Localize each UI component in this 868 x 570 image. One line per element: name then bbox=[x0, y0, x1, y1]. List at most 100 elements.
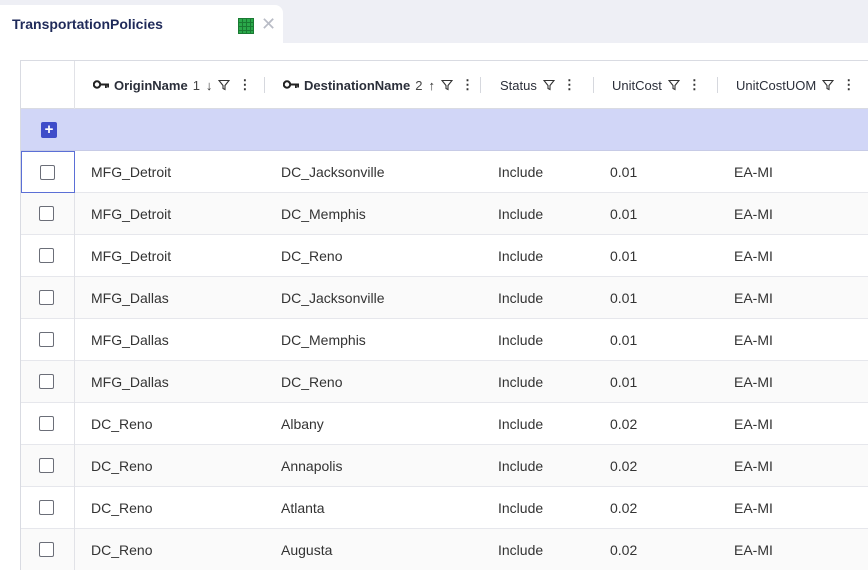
cell-origin[interactable]: DC_Reno bbox=[91, 445, 152, 487]
column-label-unitcost: UnitCost bbox=[612, 77, 662, 93]
table-row[interactable]: DC_Reno Albany Include 0.02 EA-MI bbox=[21, 403, 868, 445]
cell-destination[interactable]: Augusta bbox=[281, 529, 332, 570]
cell-uom[interactable]: EA-MI bbox=[734, 319, 773, 361]
column-divider[interactable] bbox=[593, 77, 594, 93]
sort-descending-icon[interactable]: ↓ bbox=[206, 78, 213, 93]
column-header-uom[interactable]: UnitCostUOM ⋮ bbox=[736, 61, 855, 109]
filter-icon[interactable] bbox=[667, 79, 681, 91]
cell-unitcost[interactable]: 0.01 bbox=[610, 277, 637, 319]
cell-status[interactable]: Include bbox=[498, 361, 543, 403]
column-header-destination[interactable]: DestinationName 2 ↑ ⋮ bbox=[282, 61, 474, 109]
grid-table-icon bbox=[238, 18, 254, 34]
cell-destination[interactable]: Albany bbox=[281, 403, 324, 445]
cell-status[interactable]: Include bbox=[498, 529, 543, 570]
column-divider[interactable] bbox=[264, 77, 265, 93]
cell-uom[interactable]: EA-MI bbox=[734, 445, 773, 487]
row-checkbox[interactable] bbox=[39, 206, 54, 221]
table-row[interactable]: MFG_Detroit DC_Memphis Include 0.01 EA-MI bbox=[21, 193, 868, 235]
row-checkbox[interactable] bbox=[39, 416, 54, 431]
cell-origin[interactable]: MFG_Dallas bbox=[91, 319, 169, 361]
cell-destination[interactable]: DC_Reno bbox=[281, 361, 342, 403]
sort-ascending-icon[interactable]: ↑ bbox=[428, 78, 435, 93]
row-checkbox[interactable] bbox=[39, 332, 54, 347]
cell-destination[interactable]: Atlanta bbox=[281, 487, 325, 529]
column-divider[interactable] bbox=[717, 77, 718, 93]
cell-unitcost[interactable]: 0.02 bbox=[610, 445, 637, 487]
cell-unitcost[interactable]: 0.01 bbox=[610, 193, 637, 235]
cell-status[interactable]: Include bbox=[498, 277, 543, 319]
row-checkbox[interactable] bbox=[40, 165, 55, 180]
cell-uom[interactable]: EA-MI bbox=[734, 487, 773, 529]
cell-status[interactable]: Include bbox=[498, 193, 543, 235]
cell-uom[interactable]: EA-MI bbox=[734, 277, 773, 319]
table-row[interactable]: MFG_Detroit DC_Jacksonville Include 0.01 EA-… bbox=[21, 151, 868, 193]
column-label-uom: UnitCostUOM bbox=[736, 77, 817, 93]
cell-status[interactable]: Include bbox=[498, 403, 543, 445]
cell-unitcost[interactable]: 0.01 bbox=[610, 235, 637, 277]
filter-icon[interactable] bbox=[542, 79, 556, 91]
cell-unitcost[interactable]: 0.02 bbox=[610, 529, 637, 570]
cell-status[interactable]: Include bbox=[498, 445, 543, 487]
table-row[interactable]: MFG_Detroit DC_Reno Include 0.01 EA-MI bbox=[21, 235, 868, 277]
cell-status[interactable]: Include bbox=[498, 151, 543, 193]
column-menu-icon[interactable]: ⋮ bbox=[688, 77, 701, 93]
cell-uom[interactable]: EA-MI bbox=[734, 193, 773, 235]
cell-origin[interactable]: MFG_Dallas bbox=[91, 361, 169, 403]
column-header-status[interactable]: Status ⋮ bbox=[500, 61, 576, 109]
cell-destination[interactable]: DC_Jacksonville bbox=[281, 277, 384, 319]
cell-uom[interactable]: EA-MI bbox=[734, 361, 773, 403]
column-header-origin[interactable]: OriginName 1 ↓ ⋮ bbox=[92, 61, 251, 109]
column-menu-icon[interactable]: ⋮ bbox=[563, 77, 576, 93]
row-checkbox[interactable] bbox=[39, 374, 54, 389]
cell-uom[interactable]: EA-MI bbox=[734, 403, 773, 445]
cell-destination[interactable]: DC_Reno bbox=[281, 235, 342, 277]
table-row[interactable]: MFG_Dallas DC_Reno Include 0.01 EA-MI bbox=[21, 361, 868, 403]
cell-uom[interactable]: EA-MI bbox=[734, 151, 773, 193]
table-row[interactable]: DC_Reno Atlanta Include 0.02 EA-MI bbox=[21, 487, 868, 529]
row-select-cell bbox=[21, 529, 75, 570]
cell-origin[interactable]: DC_Reno bbox=[91, 529, 152, 570]
cell-origin[interactable]: MFG_Detroit bbox=[91, 235, 171, 277]
cell-unitcost[interactable]: 0.01 bbox=[610, 151, 637, 193]
row-checkbox[interactable] bbox=[39, 248, 54, 263]
cell-destination[interactable]: DC_Jacksonville bbox=[281, 151, 384, 193]
close-icon[interactable]: ✕ bbox=[261, 15, 276, 35]
column-divider[interactable] bbox=[480, 77, 481, 93]
column-menu-icon[interactable]: ⋮ bbox=[842, 77, 855, 93]
cell-origin[interactable]: DC_Reno bbox=[91, 403, 152, 445]
cell-origin[interactable]: MFG_Dallas bbox=[91, 277, 169, 319]
filter-icon[interactable] bbox=[218, 79, 231, 91]
table-row[interactable]: DC_Reno Augusta Include 0.02 EA-MI bbox=[21, 529, 868, 570]
cell-origin[interactable]: MFG_Detroit bbox=[91, 193, 171, 235]
tab-transportation-policies[interactable]: TransportationPolicies ✕ bbox=[0, 5, 283, 43]
cell-status[interactable]: Include bbox=[498, 319, 543, 361]
cell-destination[interactable]: DC_Memphis bbox=[281, 193, 366, 235]
cell-unitcost[interactable]: 0.01 bbox=[610, 361, 637, 403]
cell-uom[interactable]: EA-MI bbox=[734, 235, 773, 277]
cell-status[interactable]: Include bbox=[498, 487, 543, 529]
cell-unitcost[interactable]: 0.02 bbox=[610, 403, 637, 445]
sort-order-badge: 2 bbox=[415, 77, 423, 93]
cell-unitcost[interactable]: 0.02 bbox=[610, 487, 637, 529]
column-header-unitcost[interactable]: UnitCost ⋮ bbox=[612, 61, 701, 109]
cell-uom[interactable]: EA-MI bbox=[734, 529, 773, 570]
data-grid: OriginName 1 ↓ ⋮ DestinationName 2 ↑ ⋮ Status ⋮ Un… bbox=[20, 60, 868, 570]
cell-origin[interactable]: MFG_Detroit bbox=[91, 151, 171, 193]
column-menu-icon[interactable]: ⋮ bbox=[461, 77, 474, 93]
table-row[interactable]: MFG_Dallas DC_Memphis Include 0.01 EA-MI bbox=[21, 319, 868, 361]
add-row-button[interactable]: + bbox=[41, 122, 57, 138]
cell-unitcost[interactable]: 0.01 bbox=[610, 319, 637, 361]
cell-destination[interactable]: DC_Memphis bbox=[281, 319, 366, 361]
filter-icon[interactable] bbox=[822, 79, 835, 91]
cell-origin[interactable]: DC_Reno bbox=[91, 487, 152, 529]
row-checkbox[interactable] bbox=[39, 458, 54, 473]
table-row[interactable]: MFG_Dallas DC_Jacksonville Include 0.01 EA-M… bbox=[21, 277, 868, 319]
cell-destination[interactable]: Annapolis bbox=[281, 445, 343, 487]
table-row[interactable]: DC_Reno Annapolis Include 0.02 EA-MI bbox=[21, 445, 868, 487]
column-menu-icon[interactable]: ⋮ bbox=[238, 77, 251, 93]
cell-status[interactable]: Include bbox=[498, 235, 543, 277]
row-checkbox[interactable] bbox=[39, 542, 54, 557]
row-checkbox[interactable] bbox=[39, 500, 54, 515]
row-checkbox[interactable] bbox=[39, 290, 54, 305]
filter-icon[interactable] bbox=[440, 79, 454, 91]
